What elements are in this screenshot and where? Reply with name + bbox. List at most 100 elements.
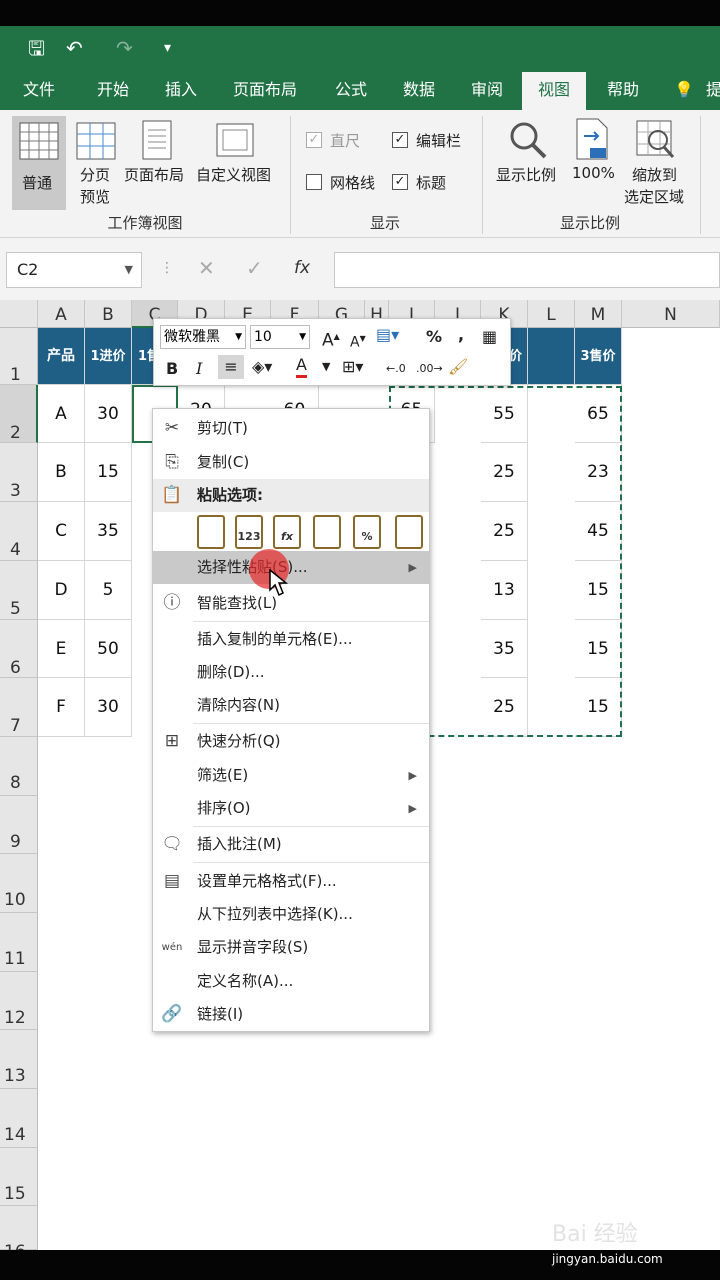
menu-item-cut[interactable]: ✂ 剪切(T) xyxy=(153,412,429,445)
row-header-13[interactable]: 13 xyxy=(0,1030,38,1089)
paste-formulas-icon[interactable]: fx xyxy=(273,515,301,549)
format-painter-icon[interactable]: 🖌 xyxy=(448,355,468,379)
table-cell[interactable]: B xyxy=(38,443,85,502)
number-format-icon[interactable]: ▤▾ xyxy=(376,323,399,347)
tab-insert[interactable]: 插入 xyxy=(150,72,212,110)
name-box[interactable]: C2 ▼ xyxy=(6,252,142,288)
menu-item-phonetic[interactable]: wén 显示拼音字段(S) xyxy=(153,931,429,964)
formula-input[interactable] xyxy=(334,252,720,288)
row-header-3[interactable]: 3 xyxy=(0,443,38,502)
paste-values-icon[interactable]: 123 xyxy=(235,515,263,549)
insert-function-icon[interactable]: fx xyxy=(294,258,310,278)
percent-style-icon[interactable]: % xyxy=(426,325,442,349)
tab-view[interactable]: 视图 xyxy=(522,72,586,110)
menu-item-delete[interactable]: 删除(D)... xyxy=(153,656,429,689)
page-layout-button[interactable]: 页面布局 xyxy=(124,164,184,185)
row-header-5[interactable]: 5 xyxy=(0,561,38,620)
borders-icon[interactable]: ⊞▾ xyxy=(342,355,363,379)
enter-icon[interactable]: ✓ xyxy=(246,256,263,280)
zoom-to-selection-button[interactable]: 缩放到 xyxy=(632,164,677,185)
menu-item-clear[interactable]: 清除内容(N) xyxy=(153,689,429,722)
ruler-checkbox[interactable]: ✓ xyxy=(306,132,322,148)
undo-icon[interactable]: ↶ xyxy=(66,34,83,62)
zoom-button[interactable]: 显示比例 xyxy=(496,164,556,185)
tab-page-layout[interactable]: 页面布局 xyxy=(222,72,308,110)
table-cell[interactable]: E xyxy=(38,620,85,678)
page-break-preview-button[interactable]: 分页 xyxy=(80,164,110,185)
decrease-decimal-icon[interactable]: .00→ xyxy=(416,357,443,381)
table-header-price3[interactable]: 3售价 xyxy=(575,328,622,385)
normal-view-button[interactable]: 普通 xyxy=(12,116,66,210)
row-header-1[interactable]: 1 xyxy=(0,328,38,385)
menu-item-smart-lookup[interactable]: ⓘ 智能查找(L) xyxy=(153,587,429,620)
row-header-8[interactable]: 8 xyxy=(0,737,38,796)
menu-item-quick-analysis[interactable]: ⊞ 快速分析(Q) xyxy=(153,725,429,758)
format-table-icon[interactable]: ▦ xyxy=(482,325,497,349)
table-header-product[interactable]: 产品 xyxy=(38,328,85,385)
col-header-b[interactable]: B xyxy=(85,300,132,328)
align-center-icon[interactable]: ≡ xyxy=(218,355,244,379)
row-header-11[interactable]: 11 xyxy=(0,913,38,972)
font-name-select[interactable]: 微软雅黑 ▼ xyxy=(160,325,246,349)
menu-item-define-name[interactable]: 定义名称(A)... xyxy=(153,965,429,998)
row-header-6[interactable]: 6 xyxy=(0,620,38,678)
table-cell[interactable]: D xyxy=(38,561,85,620)
menu-item-paste-special[interactable]: 选择性粘贴(S)...▶ xyxy=(153,551,429,584)
table-cell[interactable]: 35 xyxy=(85,502,132,561)
tab-file[interactable]: 文件 xyxy=(8,72,70,110)
table-cell[interactable]: C xyxy=(38,502,85,561)
zoom-100-button[interactable]: 100% xyxy=(572,164,615,182)
row-header-15[interactable]: 15 xyxy=(0,1148,38,1206)
chevron-down-icon[interactable]: ▼ xyxy=(125,253,133,287)
col-header-a[interactable]: A xyxy=(38,300,85,328)
paste-formatting-icon[interactable]: % xyxy=(353,515,381,549)
menu-item-filter[interactable]: 筛选(E) ▶ xyxy=(153,759,429,792)
tab-review[interactable]: 审阅 xyxy=(456,72,518,110)
col-header-m[interactable]: M xyxy=(575,300,622,328)
save-icon[interactable]: 🖫 xyxy=(28,34,45,62)
comma-style-icon[interactable]: , xyxy=(458,323,464,347)
tab-home[interactable]: 开始 xyxy=(82,72,144,110)
increase-decimal-icon[interactable]: ←.0 xyxy=(386,357,406,381)
grow-font-icon[interactable]: A▲ xyxy=(322,325,340,353)
table-cell[interactable]: 30 xyxy=(85,678,132,737)
table-cell[interactable]: A xyxy=(38,385,85,443)
cancel-icon[interactable]: ✕ xyxy=(198,256,215,280)
row-header-7[interactable]: 7 xyxy=(0,678,38,737)
col-header-l[interactable]: L xyxy=(528,300,575,328)
gridlines-checkbox[interactable] xyxy=(306,174,322,190)
select-all-corner[interactable] xyxy=(0,300,38,328)
table-cell[interactable]: 15 xyxy=(85,443,132,502)
paste-link-icon[interactable] xyxy=(395,515,423,549)
table-header-cost1[interactable]: 1进价 xyxy=(85,328,132,385)
headings-checkbox[interactable]: ✓ xyxy=(392,174,408,190)
row-header-16[interactable]: 16 xyxy=(0,1206,38,1250)
table-header-l[interactable] xyxy=(528,328,575,385)
italic-button[interactable]: I xyxy=(196,357,202,381)
table-cell[interactable]: 50 xyxy=(85,620,132,678)
row-header-12[interactable]: 12 xyxy=(0,972,38,1030)
customize-qat-icon[interactable]: ▾ xyxy=(164,34,171,62)
tell-me-icon[interactable]: 💡 xyxy=(672,72,696,110)
custom-view-button[interactable]: 自定义视图 xyxy=(196,164,271,185)
bold-button[interactable]: B xyxy=(166,357,178,381)
redo-icon[interactable]: ↷ xyxy=(116,34,133,62)
row-header-14[interactable]: 14 xyxy=(0,1089,38,1148)
menu-item-copy[interactable]: ⎘ 复制(C) xyxy=(153,446,429,479)
menu-item-pick-list[interactable]: 从下拉列表中选择(K)... xyxy=(153,898,429,931)
col-header-n[interactable]: N xyxy=(622,300,720,328)
font-color-icon[interactable]: A xyxy=(296,355,307,378)
menu-item-format-cells[interactable]: ▤ 设置单元格格式(F)... xyxy=(153,865,429,898)
menu-item-insert-comment[interactable]: 🗨 插入批注(M) xyxy=(153,828,429,861)
row-header-4[interactable]: 4 xyxy=(0,502,38,561)
fill-color-icon[interactable]: ◈▾ xyxy=(252,355,272,379)
tab-help[interactable]: 帮助 xyxy=(592,72,654,110)
tab-tell-me[interactable]: 提 xyxy=(704,72,720,110)
paste-transpose-icon[interactable] xyxy=(313,515,341,549)
table-cell[interactable]: F xyxy=(38,678,85,737)
shrink-font-icon[interactable]: A▼ xyxy=(350,327,366,355)
chevron-down-icon[interactable]: ▼ xyxy=(322,355,330,379)
formula-bar-checkbox[interactable]: ✓ xyxy=(392,132,408,148)
tab-data[interactable]: 数据 xyxy=(388,72,450,110)
menu-item-link[interactable]: 🔗 链接(I) xyxy=(153,998,429,1031)
